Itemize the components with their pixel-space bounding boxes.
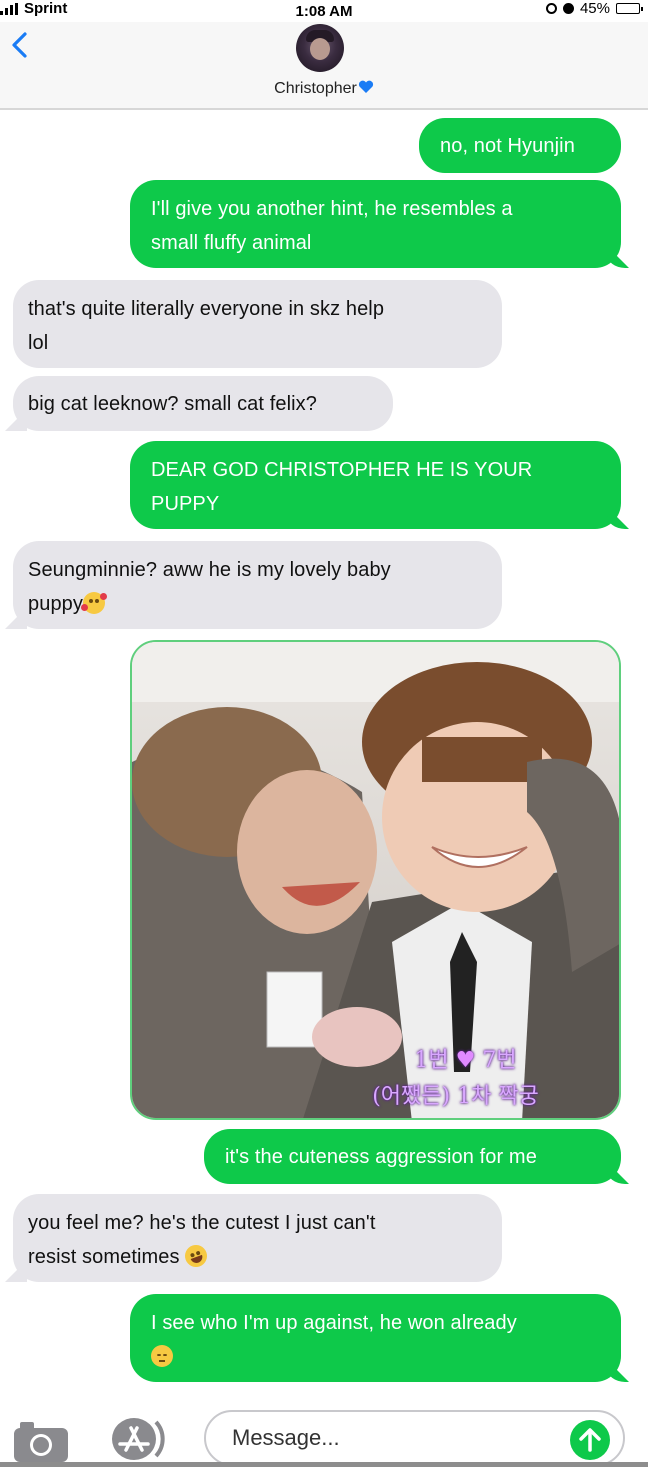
arrow-up-icon: [579, 1428, 601, 1452]
send-button[interactable]: [570, 1420, 610, 1460]
message-text-line: lol: [28, 332, 49, 354]
message-received[interactable]: that's quite literally everyone in skz h…: [13, 280, 502, 368]
message-text-line: PUPPY: [151, 493, 220, 515]
message-sent[interactable]: I see who I'm up against, he won already: [130, 1294, 621, 1382]
message-text-line: Seungminnie? aww he is my lovely baby: [28, 559, 391, 581]
location-icon: [545, 3, 557, 14]
message-text-line: small fluffy animal: [151, 232, 312, 254]
rolling-laughing-icon: [182, 1241, 211, 1271]
signal-icon: [0, 2, 18, 15]
message-sent[interactable]: no, not Hyunjin: [419, 118, 621, 173]
back-chevron-icon[interactable]: [6, 30, 36, 60]
message-sent[interactable]: I'll give you another hint, he resembles…: [130, 180, 621, 268]
carrier-name: Sprint: [24, 0, 68, 17]
message-text-line: that's quite literally everyone in skz h…: [28, 298, 385, 320]
carrier-indicator: Sprint: [0, 0, 67, 17]
bottom-edge: [0, 1462, 648, 1467]
message-text-line: you feel me? he's the cutest I just can'…: [28, 1212, 376, 1234]
caption-text: 7번: [482, 1048, 517, 1073]
purple-heart-icon: ♥: [455, 1048, 476, 1073]
conversation-header: Christopher: [0, 22, 648, 110]
message-sent[interactable]: it's the cuteness aggression for me: [204, 1129, 621, 1184]
pensive-face-icon: [151, 1345, 173, 1367]
contact-name[interactable]: Christopher: [0, 80, 648, 98]
smiling-face-with-hearts-icon: [81, 592, 107, 614]
contact-name-text: Christopher: [274, 80, 357, 97]
message-text-line: I see who I'm up against, he won already: [151, 1312, 517, 1334]
message-sent[interactable]: DEAR GOD CHRISTOPHER HE IS YOUR PUPPY: [130, 441, 621, 529]
camera-icon[interactable]: [12, 1418, 70, 1464]
message-text: no, not Hyunjin: [440, 135, 575, 157]
photo-caption-line2: (어쨌든) 1차 짝궁: [372, 1084, 539, 1109]
message-text-line: puppy: [28, 587, 502, 621]
contact-avatar[interactable]: [296, 24, 344, 72]
alarm-icon: [562, 3, 574, 14]
battery-icon: [616, 3, 643, 14]
message-text: puppy: [28, 593, 83, 615]
photo-message[interactable]: 1번 ♥ 7번 (어쨌든) 1차 짝궁: [130, 640, 621, 1120]
message-received[interactable]: big cat leeknow? small cat felix?: [13, 376, 393, 431]
blue-heart-icon: [358, 80, 373, 93]
message-text-line: I'll give you another hint, he resembles…: [151, 198, 513, 220]
message-input[interactable]: [204, 1410, 625, 1466]
status-bar: Sprint 1:08 AM 45%: [0, 0, 648, 22]
message-text-line: resist sometimes: [28, 1240, 502, 1274]
battery-percent: 45%: [579, 0, 610, 17]
message-text: big cat leeknow? small cat felix?: [28, 393, 317, 415]
message-input-bar: [0, 1400, 648, 1467]
message-received[interactable]: Seungminnie? aww he is my lovely baby pu…: [13, 541, 502, 629]
status-time: 1:08 AM: [295, 3, 353, 20]
app-store-icon[interactable]: [106, 1416, 172, 1462]
caption-text: 1번: [414, 1048, 449, 1073]
message-received[interactable]: you feel me? he's the cutest I just can'…: [13, 1194, 502, 1282]
photo-caption-line1: 1번 ♥ 7번: [222, 1042, 619, 1074]
message-text-line: [151, 1340, 621, 1374]
message-text: resist sometimes: [28, 1246, 180, 1268]
status-right: 45%: [545, 0, 643, 17]
message-text-line: DEAR GOD CHRISTOPHER HE IS YOUR: [151, 459, 533, 481]
message-text: it's the cuteness aggression for me: [225, 1146, 537, 1168]
